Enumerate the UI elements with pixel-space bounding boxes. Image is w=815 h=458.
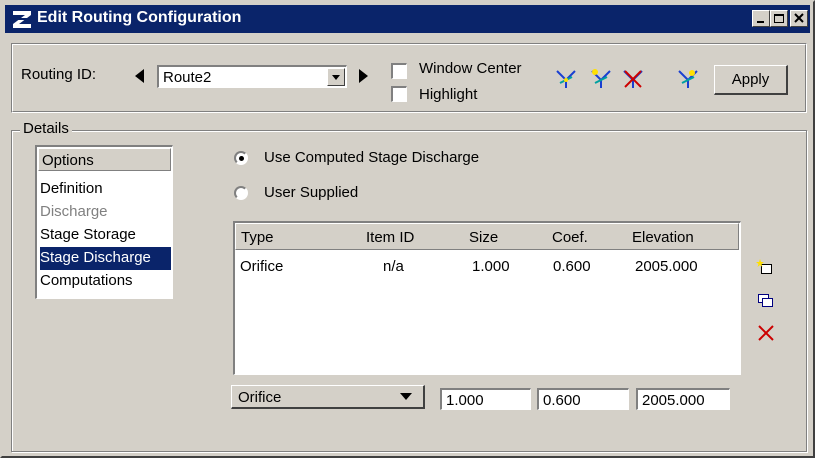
option-discharge[interactable]: Discharge xyxy=(40,201,171,224)
option-computations[interactable]: Computations xyxy=(40,270,171,293)
routing-id-dropdown-button[interactable] xyxy=(327,68,345,86)
route-delete-icon[interactable] xyxy=(621,67,645,91)
routing-id-value: Route2 xyxy=(163,69,212,86)
apply-button-label: Apply xyxy=(731,71,770,88)
route-edit-icon[interactable] xyxy=(676,67,700,91)
column-size[interactable]: Size xyxy=(469,229,498,246)
chevron-down-icon xyxy=(400,393,412,400)
elevation-input-value: 2005.000 xyxy=(642,392,705,409)
elevation-input[interactable]: 2005.000 xyxy=(636,388,730,410)
user-supplied-label: User Supplied xyxy=(264,184,359,201)
use-computed-label: Use Computed Stage Discharge xyxy=(264,149,480,166)
next-route-arrow-icon[interactable] xyxy=(359,69,368,83)
close-button[interactable] xyxy=(790,10,808,27)
delete-item-icon[interactable] xyxy=(757,324,775,342)
maximize-icon xyxy=(774,14,784,23)
column-elevation[interactable]: Elevation xyxy=(632,229,694,246)
chevron-down-icon xyxy=(332,75,340,80)
radio-selected-dot xyxy=(239,156,244,161)
maximize-button[interactable] xyxy=(770,10,788,27)
option-stage-discharge[interactable]: Stage Discharge xyxy=(40,247,171,270)
type-select-value: Orifice xyxy=(238,389,282,406)
stage-discharge-table: Type Item ID Size Coef. Elevation Orific… xyxy=(233,221,741,375)
size-input-value: 1.000 xyxy=(446,392,484,409)
cell-type: Orifice xyxy=(240,258,284,275)
routing-id-select[interactable]: Route2 xyxy=(157,65,347,88)
type-select[interactable]: Orifice xyxy=(231,385,425,409)
use-computed-radio[interactable] xyxy=(234,151,248,165)
cell-coef: 0.600 xyxy=(553,258,591,275)
edit-routing-window: Edit Routing Configuration Routing ID: R… xyxy=(0,0,815,458)
window-title: Edit Routing Configuration xyxy=(37,9,242,26)
route-add-icon[interactable] xyxy=(589,67,613,91)
table-header: Type Item ID Size Coef. Elevation xyxy=(235,223,739,250)
column-item-id[interactable]: Item ID xyxy=(366,229,414,246)
highlight-checkbox[interactable] xyxy=(391,86,407,102)
previous-route-arrow-icon[interactable] xyxy=(135,69,144,83)
minimize-button[interactable] xyxy=(752,10,770,27)
option-definition[interactable]: Definition xyxy=(40,178,171,201)
cell-elevation: 2005.000 xyxy=(635,258,698,275)
title-bar[interactable]: Edit Routing Configuration xyxy=(5,5,810,33)
apply-button[interactable]: Apply xyxy=(714,65,788,95)
new-item-icon[interactable] xyxy=(756,258,774,276)
options-header[interactable]: Options xyxy=(38,148,171,171)
copy-item-icon[interactable] xyxy=(756,292,774,310)
close-icon xyxy=(794,13,804,23)
routing-id-label: Routing ID: xyxy=(21,66,97,83)
route-select-icon[interactable] xyxy=(554,67,578,91)
coef-input-value: 0.600 xyxy=(543,392,581,409)
user-supplied-radio[interactable] xyxy=(234,186,248,200)
column-type[interactable]: Type xyxy=(241,229,274,246)
minimize-icon xyxy=(757,21,764,23)
highlight-label: Highlight xyxy=(419,86,478,103)
cell-size: 1.000 xyxy=(472,258,510,275)
column-coef[interactable]: Coef. xyxy=(552,229,588,246)
window-center-checkbox[interactable] xyxy=(391,63,407,79)
option-stage-storage[interactable]: Stage Storage xyxy=(40,224,171,247)
window-center-label: Window Center xyxy=(419,60,522,77)
details-group-title: Details xyxy=(20,120,72,137)
size-input[interactable]: 1.000 xyxy=(440,388,531,410)
coef-input[interactable]: 0.600 xyxy=(537,388,629,410)
options-list: Options Definition Discharge Stage Stora… xyxy=(35,145,173,299)
cell-item-id: n/a xyxy=(383,258,404,275)
app-logo-icon xyxy=(13,11,31,28)
